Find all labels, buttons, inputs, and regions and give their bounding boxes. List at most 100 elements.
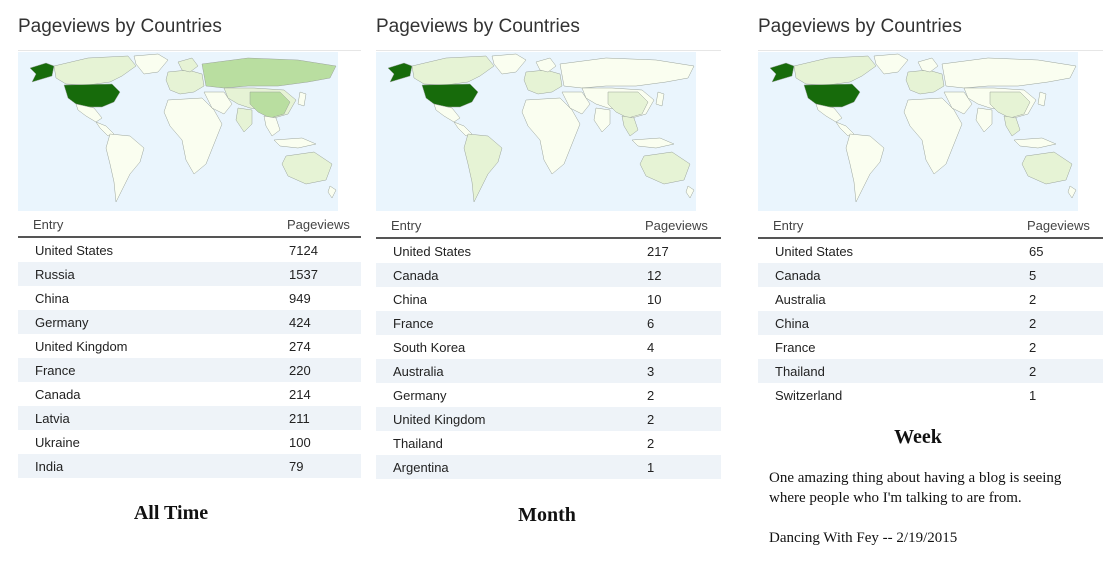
country-name: Thailand	[775, 364, 825, 379]
table-header: Entry Pageviews	[18, 214, 361, 238]
column-header-entry[interactable]: Entry	[391, 218, 421, 233]
pageview-count: 6	[647, 316, 655, 331]
panel-title: Pageviews by Countries	[758, 16, 962, 37]
table-row: China 2	[758, 311, 1103, 335]
country-name: China	[775, 316, 809, 331]
period-caption: All Time	[133, 502, 209, 524]
pageview-count: 3	[647, 364, 655, 379]
pageview-count: 12	[647, 268, 662, 283]
table-row: South Korea 4	[376, 335, 721, 359]
table-row: France 6	[376, 311, 721, 335]
pageview-count: 2	[1029, 340, 1037, 355]
title-divider	[18, 50, 361, 51]
table-row: India 79	[18, 454, 361, 478]
table-row: Australia 2	[758, 287, 1103, 311]
table-row: Canada 5	[758, 263, 1103, 287]
country-name: Australia	[775, 292, 826, 307]
country-name: Thailand	[393, 436, 443, 451]
column-header-pageviews[interactable]: Pageviews	[1027, 218, 1090, 233]
table-row: Argentina 1	[376, 455, 721, 479]
pageview-count: 4	[647, 340, 655, 355]
pageview-count: 5	[1029, 268, 1037, 283]
title-divider	[376, 50, 721, 51]
pageviews-table: Entry Pageviews United States 65 Canada 5 Au…	[758, 215, 1103, 407]
table-body: United States 65 Canada 5 Australia 2 China 2 Fr…	[758, 239, 1103, 407]
country-name: United States	[775, 244, 854, 259]
title-divider	[758, 50, 1103, 51]
country-name: China	[35, 291, 69, 306]
pageview-count: 2	[1029, 316, 1037, 331]
country-name: Canada	[775, 268, 821, 283]
table-row: China 949	[18, 286, 361, 310]
pageview-count: 1	[1029, 388, 1037, 403]
pageview-count: 2	[647, 412, 655, 427]
country-name: Germany	[393, 388, 447, 403]
country-name: Ukraine	[35, 435, 80, 450]
country-name: Germany	[35, 315, 89, 330]
table-header: Entry Pageviews	[758, 215, 1103, 239]
country-name: Australia	[393, 364, 444, 379]
country-name: United States	[35, 243, 114, 258]
table-row: Latvia 211	[18, 406, 361, 430]
table-body: United States 217 Canada 12 China 10 France 6 So…	[376, 239, 721, 479]
column-header-pageviews[interactable]: Pageviews	[645, 218, 708, 233]
table-row: Australia 3	[376, 359, 721, 383]
country-name: France	[393, 316, 434, 331]
pageview-count: 65	[1029, 244, 1044, 259]
table-row: France 220	[18, 358, 361, 382]
table-row: United States 65	[758, 239, 1103, 263]
pageview-count: 7124	[289, 243, 318, 258]
note-text: One amazing thing about having a blog is…	[769, 470, 1062, 506]
table-row: United States 217	[376, 239, 721, 263]
country-name: Latvia	[35, 411, 70, 426]
country-name: France	[35, 363, 76, 378]
pageview-count: 211	[289, 411, 310, 426]
country-name: China	[393, 292, 427, 307]
table-row: Thailand 2	[758, 359, 1103, 383]
column-header-entry[interactable]: Entry	[33, 217, 63, 232]
pageview-count: 274	[289, 339, 311, 354]
table-row: Canada 12	[376, 263, 721, 287]
country-name: France	[775, 340, 816, 355]
country-name: United States	[393, 244, 472, 259]
table-row: Switzerland 1	[758, 383, 1103, 407]
world-map[interactable]	[376, 52, 696, 211]
column-header-pageviews[interactable]: Pageviews	[287, 217, 350, 232]
pageview-count: 1537	[289, 267, 318, 282]
table-row: China 10	[376, 287, 721, 311]
period-caption: Week	[894, 426, 942, 448]
table-row: Germany 424	[18, 310, 361, 334]
country-name: Argentina	[393, 460, 449, 475]
column-header-entry[interactable]: Entry	[773, 218, 803, 233]
table-row: United Kingdom 274	[18, 334, 361, 358]
pageview-count: 1	[647, 460, 655, 475]
pageview-count: 79	[289, 459, 304, 474]
pageview-count: 2	[1029, 292, 1037, 307]
pageviews-table: Entry Pageviews United States 217 Canada 12…	[376, 215, 721, 479]
table-row: Germany 2	[376, 383, 721, 407]
panel-title: Pageviews by Countries	[18, 16, 222, 37]
pageviews-table: Entry Pageviews United States 7124 Russia 1…	[18, 214, 361, 478]
pageview-count: 2	[647, 436, 655, 451]
table-row: United Kingdom 2	[376, 407, 721, 431]
table-header: Entry Pageviews	[376, 215, 721, 239]
table-body: United States 7124 Russia 1537 China 949 Germa…	[18, 238, 361, 478]
table-row: Russia 1537	[18, 262, 361, 286]
country-name: United Kingdom	[393, 412, 486, 427]
pageview-count: 424	[289, 315, 311, 330]
table-row: Ukraine 100	[18, 430, 361, 454]
country-name: Switzerland	[775, 388, 843, 403]
pageview-count: 100	[289, 435, 311, 450]
blog-note: One amazing thing about having a blog is…	[769, 468, 1099, 548]
pageview-count: 2	[1029, 364, 1037, 379]
table-row: Canada 214	[18, 382, 361, 406]
pageview-count: 214	[289, 387, 311, 402]
country-name: Canada	[35, 387, 81, 402]
pageview-count: 217	[647, 244, 669, 259]
world-map[interactable]	[18, 52, 338, 211]
pageview-count: 10	[647, 292, 662, 307]
world-map[interactable]	[758, 52, 1078, 211]
pageview-count: 949	[289, 291, 311, 306]
table-row: Thailand 2	[376, 431, 721, 455]
table-row: United States 7124	[18, 238, 361, 262]
